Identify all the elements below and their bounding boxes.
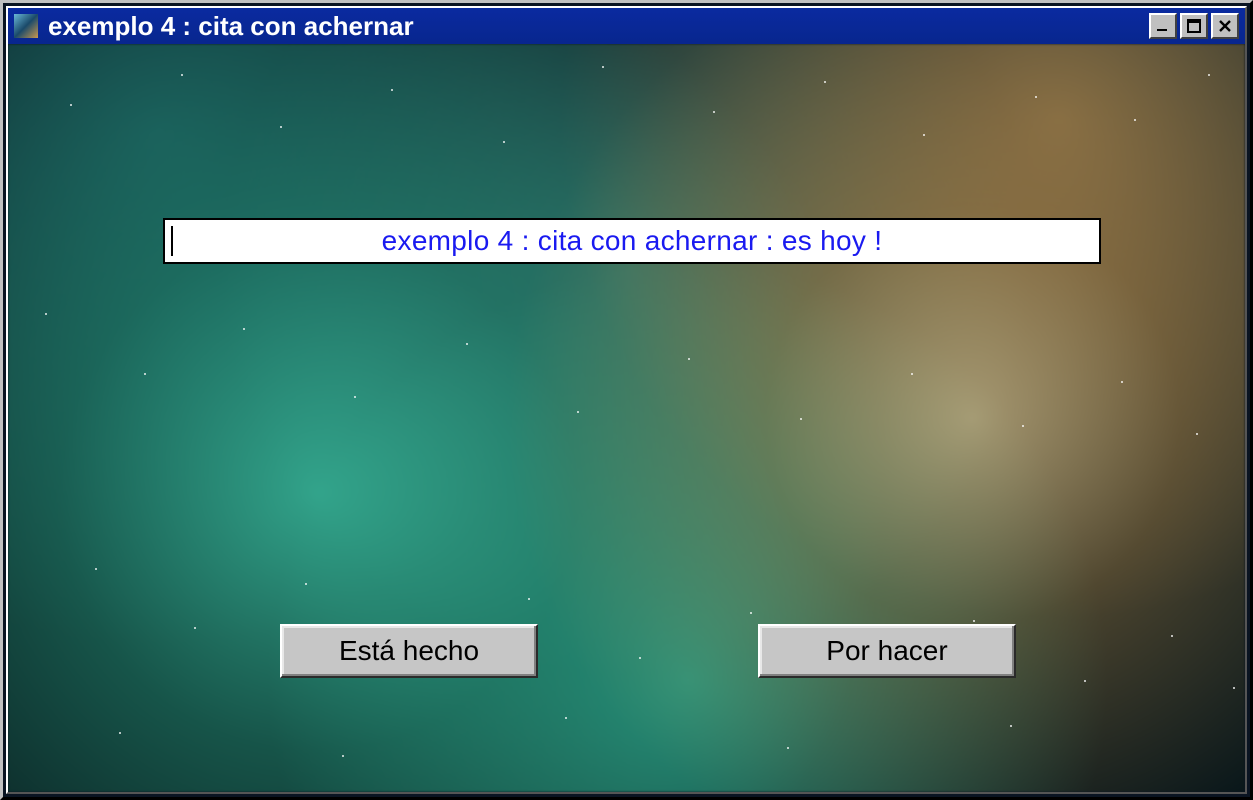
window-title: exemplo 4 : cita con achernar — [48, 11, 1146, 42]
app-icon — [14, 14, 38, 38]
client-area: exemplo 4 : cita con achernar : es hoy !… — [8, 44, 1245, 792]
todo-button[interactable]: Por hacer — [758, 624, 1016, 678]
app-window: exemplo 4 : cita con achernar — [0, 0, 1253, 800]
text-caret — [171, 226, 173, 256]
message-field[interactable]: exemplo 4 : cita con achernar : es hoy ! — [163, 218, 1101, 264]
done-button-label: Está hecho — [339, 635, 479, 667]
minimize-button[interactable] — [1149, 13, 1177, 39]
todo-button-label: Por hacer — [826, 635, 947, 667]
close-button[interactable] — [1211, 13, 1239, 39]
message-text: exemplo 4 : cita con achernar : es hoy ! — [382, 225, 883, 257]
done-button[interactable]: Está hecho — [280, 624, 538, 678]
maximize-button[interactable] — [1180, 13, 1208, 39]
title-bar[interactable]: exemplo 4 : cita con achernar — [8, 8, 1245, 44]
starfield — [8, 44, 1245, 792]
